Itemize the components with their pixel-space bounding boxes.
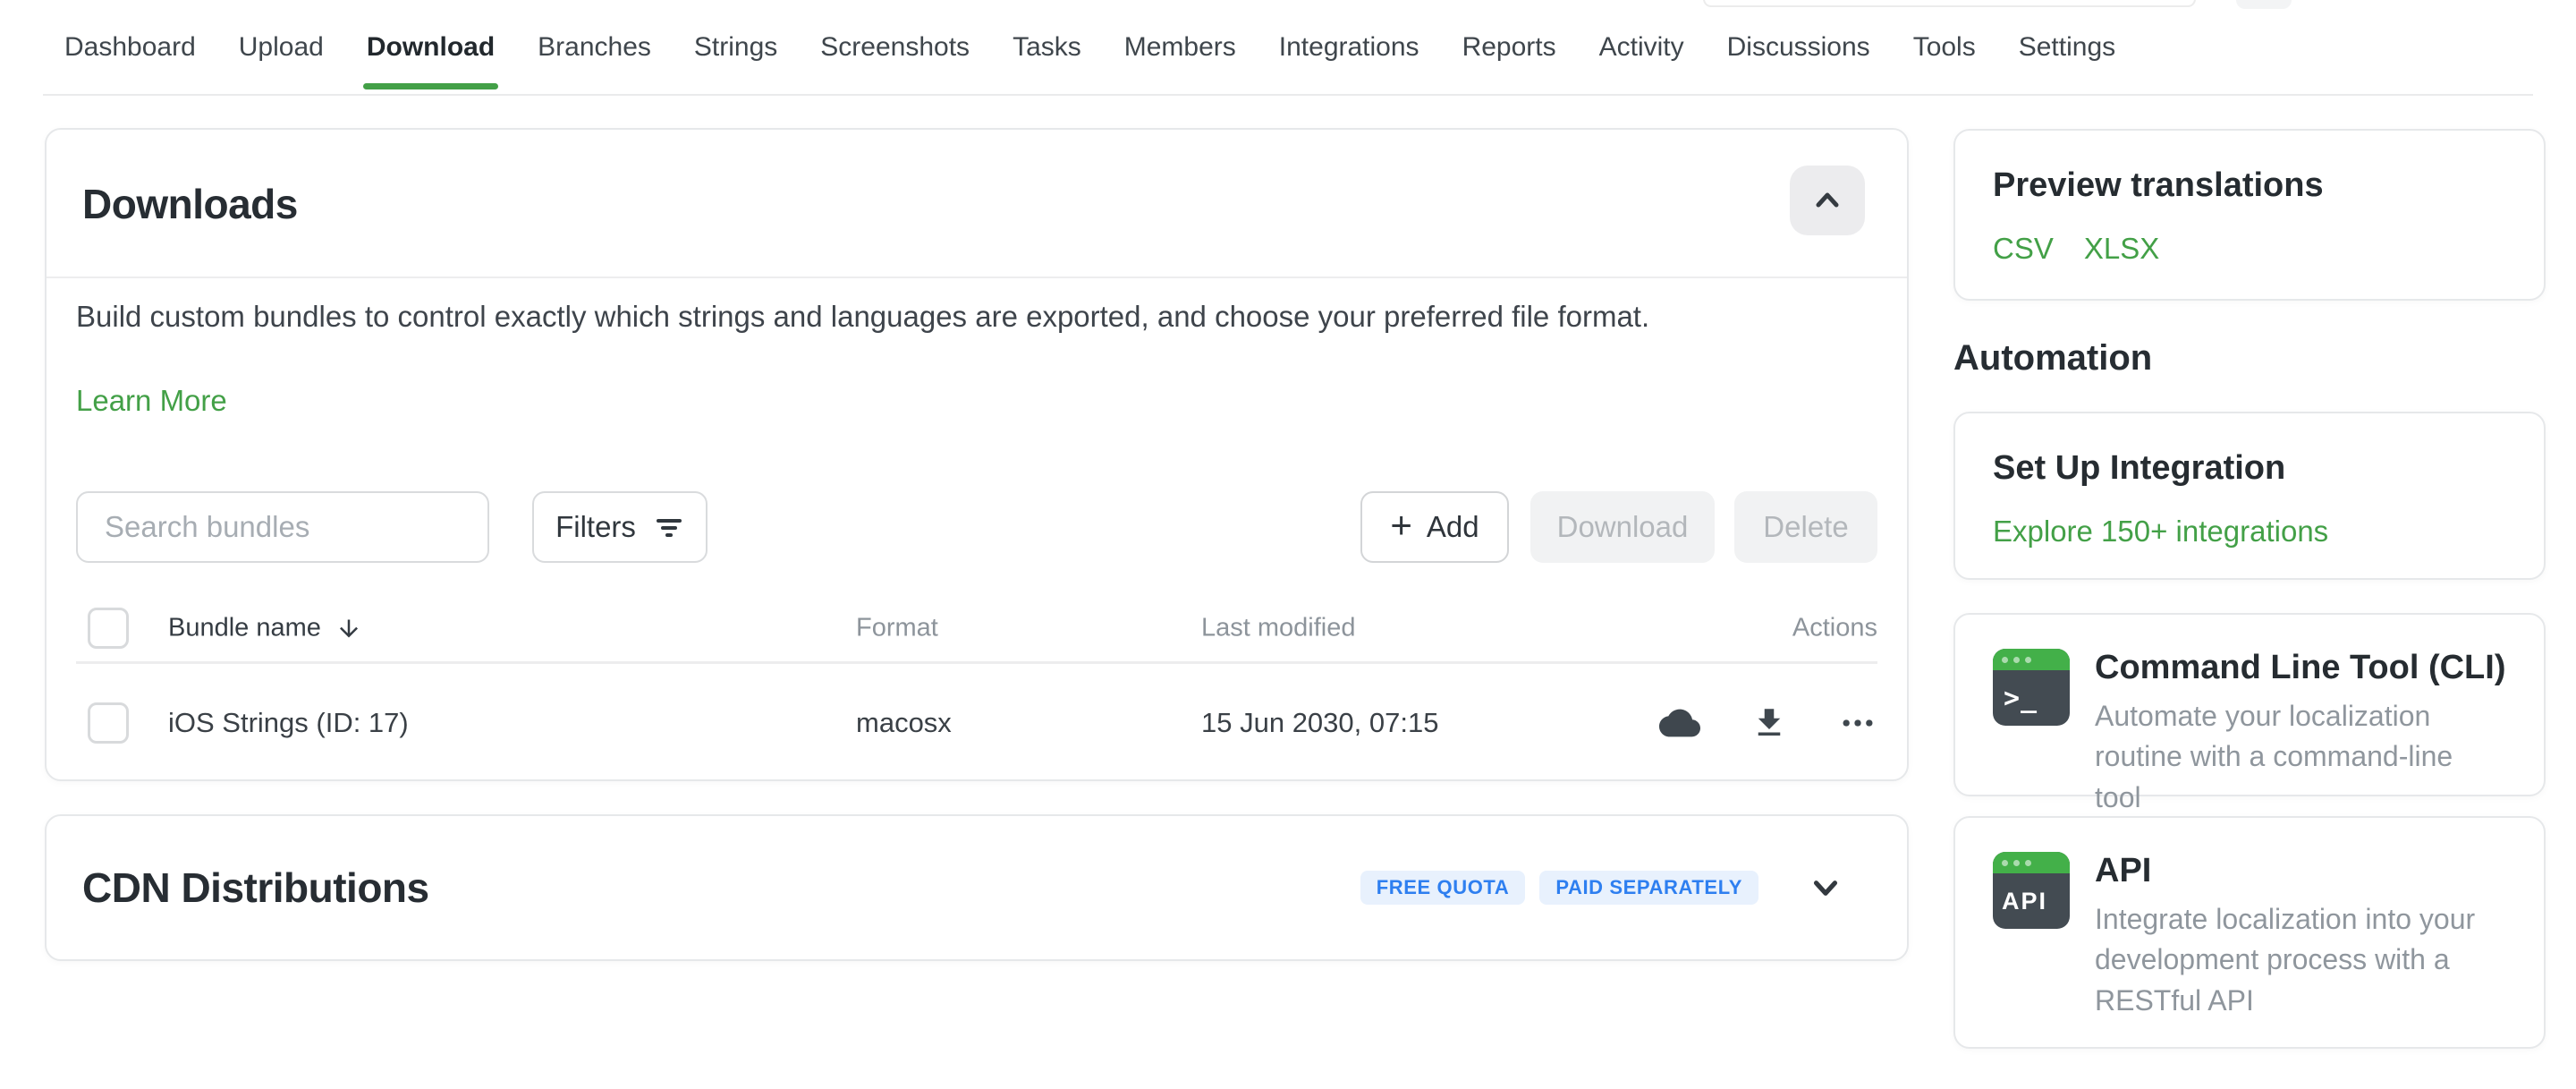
- cli-card[interactable]: >_ Command Line Tool (CLI) Automate your…: [1953, 613, 2546, 796]
- api-card-description: Integrate localization into your develop…: [2095, 899, 2506, 1021]
- nav-tab-tools[interactable]: Tools: [1913, 32, 1976, 63]
- expand-panel-button[interactable]: [1805, 867, 1846, 908]
- nav-tab-tasks[interactable]: Tasks: [1013, 32, 1081, 63]
- nav-tab-activity[interactable]: Activity: [1599, 32, 1684, 63]
- filters-button[interactable]: Filters: [532, 491, 708, 563]
- nav-tab-integrations[interactable]: Integrations: [1279, 32, 1419, 63]
- api-icon-titlebar: [1993, 852, 2070, 873]
- terminal-icon-titlebar: [1993, 649, 2070, 670]
- bundle-row[interactable]: iOS Strings (ID: 17) macosx 15 Jun 2030,…: [76, 664, 1877, 782]
- plus-icon: +: [1390, 506, 1412, 544]
- download-bundle-button[interactable]: [1750, 704, 1788, 742]
- free-quota-badge: FREE QUOTA: [1360, 871, 1526, 905]
- column-format: Format: [856, 614, 938, 643]
- more-actions-button[interactable]: [1838, 703, 1877, 743]
- bundles-table-header: Bundle name Format Last modified Actions: [76, 595, 1877, 661]
- paid-separately-badge: PAID SEPARATELY: [1539, 871, 1758, 905]
- build-to-cloud-button[interactable]: [1659, 702, 1700, 744]
- panel-header-divider: [47, 277, 1907, 278]
- project-nav: Dashboard Upload Download Branches Strin…: [64, 32, 2115, 63]
- cdn-distributions-panel: CDN Distributions FREE QUOTA PAID SEPARA…: [45, 814, 1909, 961]
- nav-tab-discussions[interactable]: Discussions: [1727, 32, 1870, 63]
- terminal-icon: >_: [1993, 649, 2070, 726]
- downloads-panel: Downloads Build custom bundles to contro…: [45, 128, 1909, 781]
- api-icon: API: [1993, 852, 2070, 929]
- learn-more-link[interactable]: Learn More: [76, 384, 227, 418]
- bundle-last-modified: 15 Jun 2030, 07:15: [1201, 707, 1438, 739]
- top-cutoff-searchbar: [1703, 0, 2196, 7]
- downloads-description: Build custom bundles to control exactly …: [76, 300, 1649, 334]
- collapse-panel-button[interactable]: [1790, 166, 1865, 235]
- bundles-toolbar: Filters + Add Download Delete: [76, 491, 1877, 563]
- nav-tab-reports[interactable]: Reports: [1462, 32, 1556, 63]
- set-up-integration-card: Set Up Integration Explore 150+ integrat…: [1953, 412, 2546, 580]
- bundle-format: macosx: [856, 707, 952, 739]
- cdn-badges: FREE QUOTA PAID SEPARATELY: [1360, 871, 1758, 905]
- nav-tab-strings[interactable]: Strings: [694, 32, 777, 63]
- add-bundle-button[interactable]: + Add: [1360, 491, 1509, 563]
- delete-button[interactable]: Delete: [1734, 491, 1877, 563]
- api-card[interactable]: API API Integrate localization into your…: [1953, 816, 2546, 1049]
- nav-tab-settings[interactable]: Settings: [2019, 32, 2115, 63]
- downloads-title: Downloads: [82, 180, 298, 228]
- row-actions: [1659, 702, 1877, 744]
- select-all-checkbox[interactable]: [88, 608, 129, 649]
- search-bundles-input[interactable]: [76, 491, 489, 563]
- filter-icon: [654, 512, 684, 542]
- nav-tab-screenshots[interactable]: Screenshots: [820, 32, 970, 63]
- nav-tab-dashboard[interactable]: Dashboard: [64, 32, 196, 63]
- ellipsis-icon: [1838, 703, 1877, 743]
- sort-descending-icon[interactable]: [335, 615, 362, 642]
- cli-card-title: Command Line Tool (CLI): [2095, 649, 2506, 687]
- explore-integrations-link[interactable]: Explore 150+ integrations: [1993, 515, 2328, 549]
- nav-divider: [43, 94, 2533, 96]
- filters-label: Filters: [555, 510, 636, 544]
- cloud-icon: [1659, 702, 1700, 744]
- cdn-title: CDN Distributions: [82, 864, 429, 912]
- nav-tab-members[interactable]: Members: [1124, 32, 1236, 63]
- automation-heading: Automation: [1953, 338, 2152, 379]
- preview-links: CSV XLSX: [1993, 232, 2506, 266]
- api-icon-glyph: API: [1993, 873, 2070, 929]
- download-icon: [1750, 704, 1788, 742]
- set-up-integration-title: Set Up Integration: [1993, 449, 2506, 488]
- preview-translations-card: Preview translations CSV XLSX: [1953, 129, 2546, 301]
- download-button[interactable]: Download: [1530, 491, 1715, 563]
- row-checkbox[interactable]: [88, 702, 129, 744]
- top-cutoff-avatar: [2236, 0, 2292, 9]
- column-last-modified: Last modified: [1201, 614, 1356, 643]
- preview-translations-title: Preview translations: [1993, 166, 2506, 205]
- terminal-prompt-glyph: >_: [1993, 670, 2070, 726]
- column-actions: Actions: [1792, 614, 1877, 643]
- add-label: Add: [1427, 510, 1479, 544]
- nav-tab-branches[interactable]: Branches: [538, 32, 651, 63]
- nav-tab-upload[interactable]: Upload: [239, 32, 324, 63]
- api-card-title: API: [2095, 852, 2506, 890]
- chevron-down-icon: [1805, 867, 1846, 908]
- chevron-up-icon: [1808, 181, 1847, 220]
- csv-link[interactable]: CSV: [1993, 232, 2054, 266]
- cli-card-description: Automate your localization routine with …: [2095, 696, 2506, 818]
- nav-tab-download[interactable]: Download: [367, 32, 495, 63]
- xlsx-link[interactable]: XLSX: [2084, 232, 2159, 266]
- bundle-name[interactable]: iOS Strings (ID: 17): [168, 707, 409, 739]
- project-download-page: Dashboard Upload Download Branches Strin…: [0, 0, 2576, 1089]
- column-bundle-name[interactable]: Bundle name: [168, 614, 321, 643]
